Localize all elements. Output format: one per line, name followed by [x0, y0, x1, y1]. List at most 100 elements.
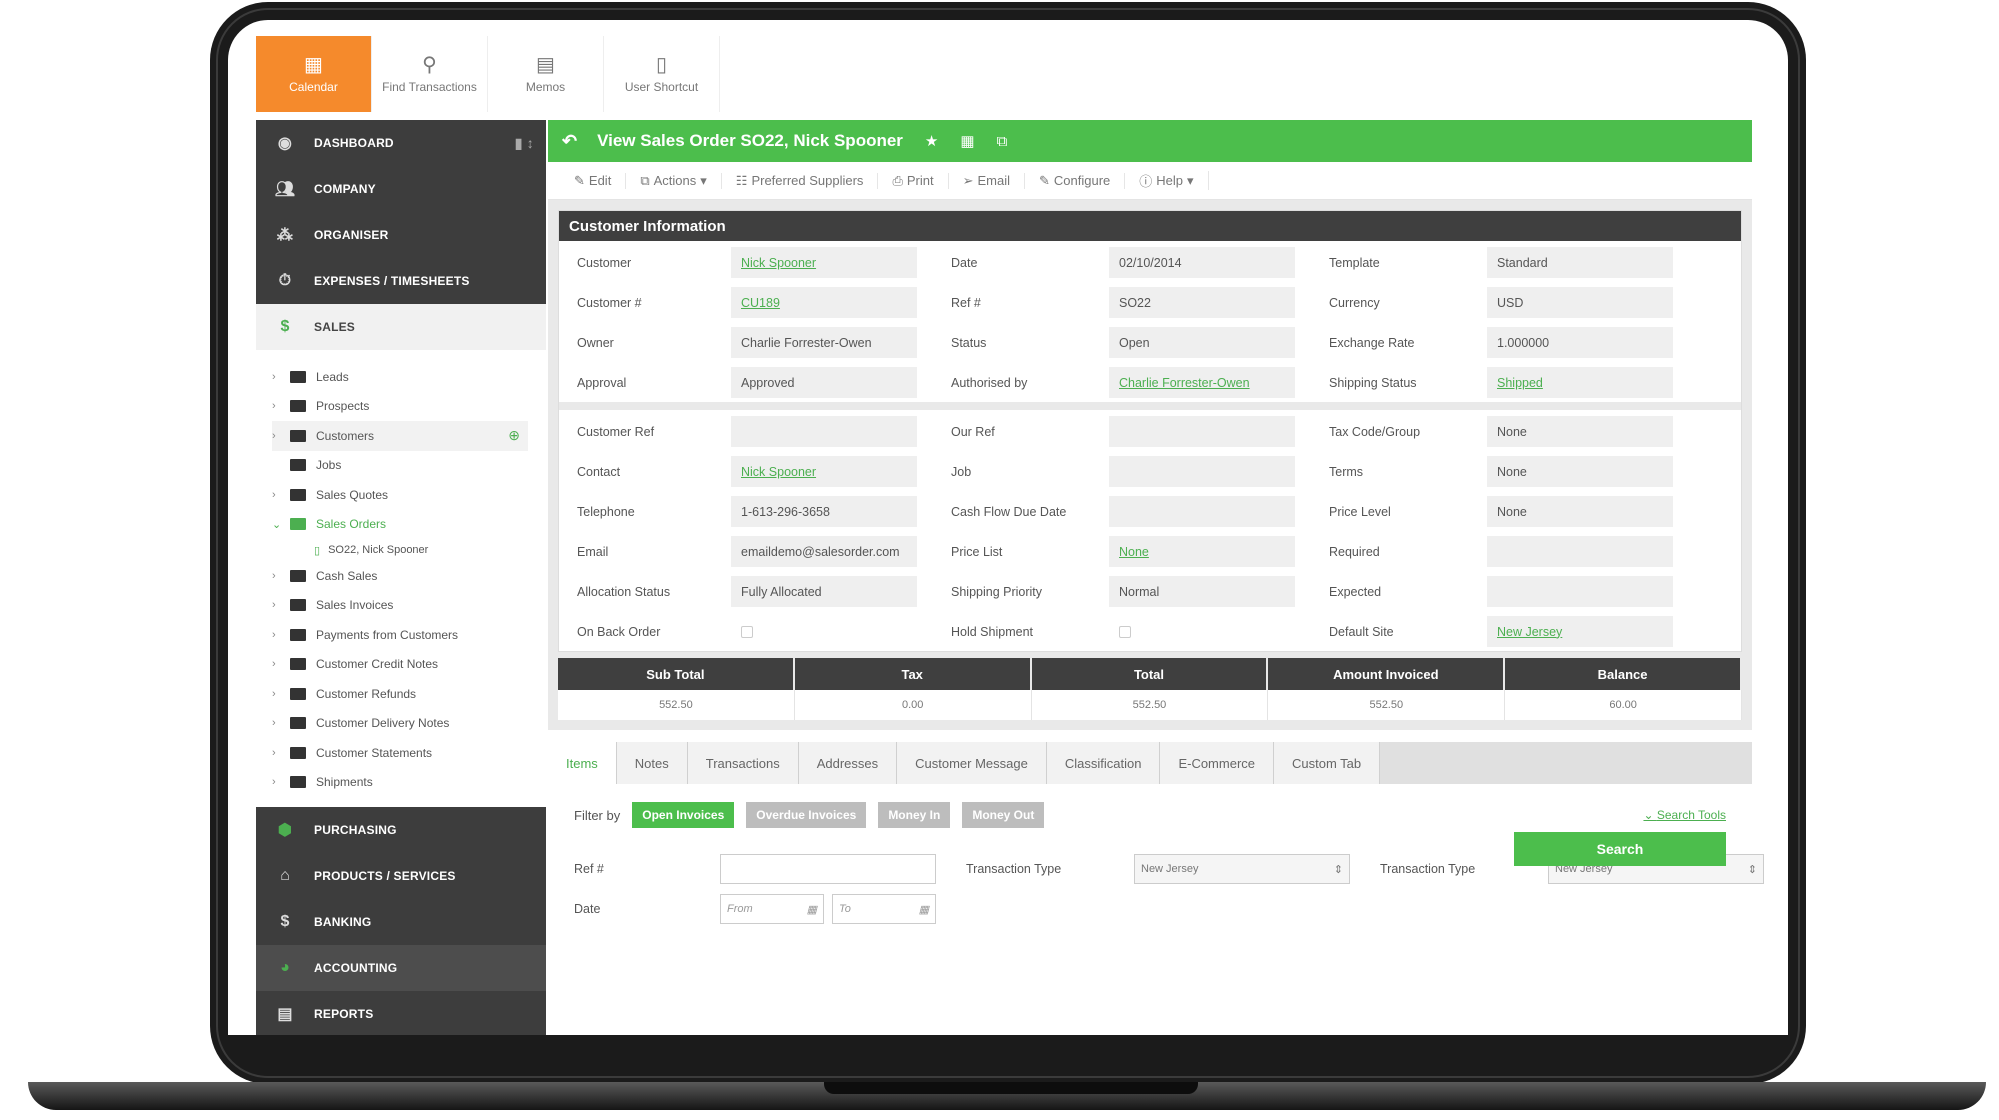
customer-number-link[interactable]: CU189: [731, 287, 917, 318]
tree-item-credit-notes[interactable]: › Customer Credit Notes: [272, 650, 546, 680]
user-shortcut-button[interactable]: ▯ User Shortcut: [604, 36, 720, 112]
customer-link[interactable]: Nick Spooner: [731, 247, 917, 278]
tab-custom[interactable]: Custom Tab: [1274, 742, 1381, 784]
tree-item-prospects[interactable]: › Prospects: [272, 392, 546, 422]
tree-item-jobs[interactable]: Jobs: [272, 451, 546, 481]
chevron-right-icon[interactable]: ›: [272, 776, 290, 788]
totals-cell: 552.50: [1268, 690, 1506, 720]
filter-row: Filter by Open Invoices Overdue Invoices…: [574, 802, 1726, 828]
tree-item-delivery-notes[interactable]: › Customer Delivery Notes: [272, 709, 546, 739]
chevron-right-icon[interactable]: ›: [272, 688, 290, 700]
authorised-by-link[interactable]: Charlie Forrester-Owen: [1109, 367, 1295, 398]
tab-customer-message[interactable]: Customer Message: [897, 742, 1047, 784]
field-label: Authorised by: [951, 375, 1028, 390]
default-site-link[interactable]: New Jersey: [1487, 616, 1673, 647]
field-label: Expected: [1329, 584, 1382, 599]
edit-button[interactable]: ✎ Edit: [560, 172, 627, 189]
sidebar-item-expenses[interactable]: ⏱︎ EXPENSES / TIMESHEETS: [256, 258, 546, 304]
tree-item-payments[interactable]: › Payments from Customers: [272, 620, 546, 650]
placeholder: To: [839, 903, 851, 915]
folder-icon: [290, 599, 306, 612]
tree-item-sales-orders[interactable]: ⌄ Sales Orders: [272, 510, 546, 540]
print-button[interactable]: ⎙ Print: [878, 172, 949, 189]
tree-item-leads[interactable]: › Leads: [272, 362, 546, 392]
configure-button[interactable]: ✎ Configure: [1025, 172, 1126, 189]
chevron-right-icon[interactable]: ›: [272, 747, 290, 759]
chevron-right-icon[interactable]: ›: [272, 430, 290, 442]
sidebar-item-organiser[interactable]: ⁂ ORGANISER: [256, 212, 546, 258]
tab-notes[interactable]: Notes: [616, 742, 688, 784]
window-icon[interactable]: ⧉: [997, 133, 1008, 150]
open-invoices-chip[interactable]: Open Invoices: [632, 802, 735, 828]
chevron-right-icon[interactable]: ›: [272, 400, 290, 412]
tree-item-sales-quotes[interactable]: › Sales Quotes: [272, 480, 546, 510]
shipping-status-link[interactable]: Shipped: [1487, 367, 1673, 398]
overdue-invoices-chip[interactable]: Overdue Invoices: [746, 802, 867, 828]
chevron-right-icon[interactable]: ›: [272, 658, 290, 670]
list-icon: ☷: [735, 172, 748, 188]
chevron-right-icon[interactable]: ›: [272, 629, 290, 641]
transaction-type-select[interactable]: New Jersey ⇕: [1134, 854, 1350, 884]
tree-item-cash-sales[interactable]: › Cash Sales: [272, 561, 546, 591]
panel-heading: Customer Information: [559, 211, 1741, 241]
price-list-link[interactable]: None: [1109, 536, 1295, 567]
add-icon[interactable]: ⊕: [508, 427, 520, 444]
tab-addresses[interactable]: Addresses: [798, 742, 898, 784]
chevron-right-icon[interactable]: ›: [272, 599, 290, 611]
tree-item-shipments[interactable]: › Shipments: [272, 768, 546, 798]
tab-items[interactable]: Items: [548, 742, 617, 784]
search-tools-link[interactable]: ⌄ Search Tools: [1643, 808, 1726, 822]
chevron-right-icon[interactable]: ›: [272, 489, 290, 501]
memos-button[interactable]: ▤ Memos: [488, 36, 604, 112]
field-label: Status: [951, 335, 987, 350]
star-icon[interactable]: ★: [925, 132, 938, 150]
preferred-suppliers-button[interactable]: ☷ Preferred Suppliers: [722, 172, 879, 189]
sidebar-item-banking[interactable]: $ BANKING: [256, 899, 546, 945]
sidebar-item-purchasing[interactable]: ⬢ PURCHASING: [256, 807, 546, 853]
tab-classification[interactable]: Classification: [1046, 742, 1161, 784]
sidebar-item-products[interactable]: ⌂ PRODUCTS / SERVICES: [256, 853, 546, 899]
document-icon: ▯: [655, 53, 667, 76]
ref-value: SO22: [1109, 287, 1295, 318]
tab-e-commerce[interactable]: E-Commerce: [1160, 742, 1275, 784]
chevron-down-icon[interactable]: ⌄: [272, 518, 290, 531]
tab-transactions[interactable]: Transactions: [687, 742, 799, 784]
calendar-icon[interactable]: ▦: [919, 903, 929, 916]
tree-sub-item-so22[interactable]: ▯ SO22, Nick Spooner: [272, 539, 546, 561]
actions-label: Actions: [653, 173, 697, 188]
calendar-icon[interactable]: ▦: [807, 903, 817, 916]
money-in-chip[interactable]: Money In: [878, 802, 951, 828]
tree-item-sales-invoices[interactable]: › Sales Invoices: [272, 591, 546, 621]
date-from-input[interactable]: From ▦: [720, 894, 824, 924]
tree-item-customers[interactable]: › Customers ⊕: [272, 421, 528, 451]
actions-dropdown[interactable]: ⧉ Actions ▾: [626, 172, 722, 189]
find-transactions-button[interactable]: ⚲ Find Transactions: [372, 36, 488, 112]
tree-item-statements[interactable]: › Customer Statements: [272, 738, 546, 768]
date-to-input[interactable]: To ▦: [832, 894, 936, 924]
sidebar: ◉ DASHBOARD ▮ ↕ 👥︎ COMPANY ⁂ ORGANISER ⏱…: [256, 120, 546, 1035]
back-icon[interactable]: ↶: [562, 131, 577, 152]
calendar-button[interactable]: ▦ Calendar: [256, 36, 372, 112]
totals-table: Sub Total Tax Total Amount Invoiced Bala…: [558, 658, 1742, 720]
chevron-right-icon[interactable]: ›: [272, 717, 290, 729]
sidebar-item-company[interactable]: 👥︎ COMPANY: [256, 166, 546, 212]
sidebar-item-sales[interactable]: $ SALES: [256, 304, 546, 350]
chevron-right-icon[interactable]: ›: [272, 570, 290, 582]
ref-input[interactable]: [720, 854, 936, 884]
money-out-chip[interactable]: Money Out: [962, 802, 1045, 828]
sidebar-item-reports[interactable]: ▤ REPORTS: [256, 991, 546, 1035]
sidebar-item-accounting[interactable]: ◕ ACCOUNTING: [256, 945, 546, 991]
hold-shipment-checkbox[interactable]: [1119, 625, 1131, 638]
email-button[interactable]: ➢ Email: [949, 172, 1025, 189]
on-back-order-checkbox[interactable]: [741, 625, 753, 638]
chevron-right-icon[interactable]: ›: [272, 371, 290, 383]
contact-link[interactable]: Nick Spooner: [731, 456, 917, 487]
help-label: Help: [1156, 173, 1184, 188]
sidebar-controls-icon[interactable]: ▮ ↕: [515, 135, 534, 152]
sidebar-item-dashboard[interactable]: ◉ DASHBOARD ▮ ↕: [256, 120, 546, 166]
tree-item-refunds[interactable]: › Customer Refunds: [272, 679, 546, 709]
select-arrows-icon: ⇕: [1747, 863, 1757, 876]
search-button[interactable]: Search: [1514, 832, 1726, 866]
calendar-icon[interactable]: ▦: [960, 132, 974, 150]
help-dropdown[interactable]: ⓘ Help ▾: [1125, 171, 1209, 190]
